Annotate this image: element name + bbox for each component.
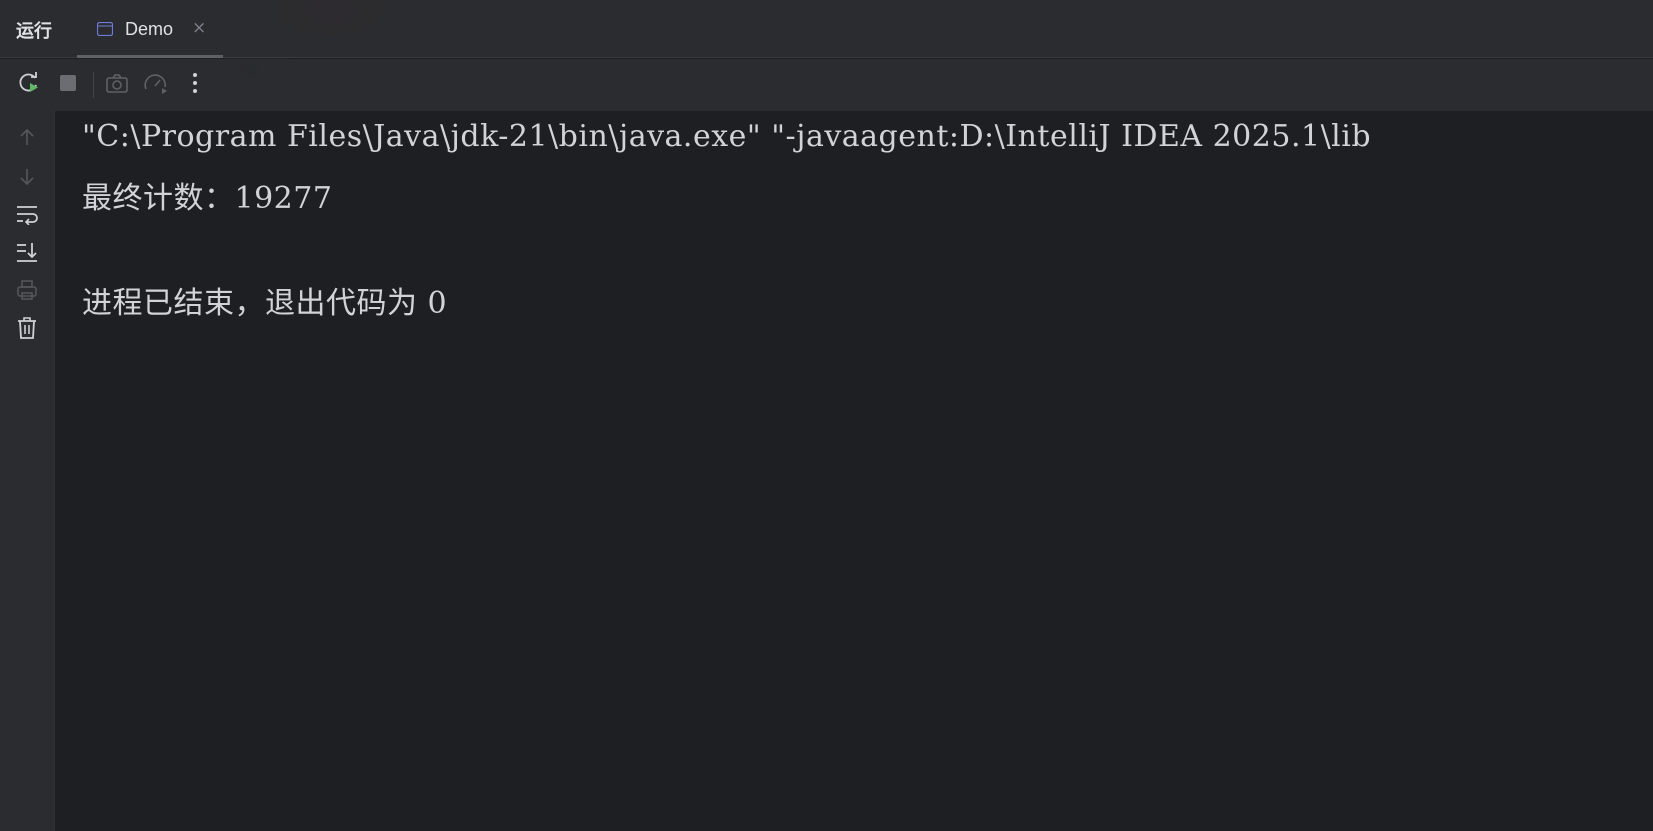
next-occurrence-button[interactable] — [14, 166, 40, 192]
more-button[interactable] — [181, 71, 209, 99]
rerun-button[interactable] — [15, 71, 43, 99]
stop-icon — [58, 73, 78, 97]
console-side-toolbar — [0, 111, 55, 831]
close-icon[interactable]: × — [192, 18, 206, 38]
clear-all-button[interactable] — [14, 317, 40, 343]
tool-window-title: 运行 — [16, 21, 52, 42]
gauge-icon — [143, 71, 169, 99]
previous-occurrence-button[interactable] — [14, 126, 40, 152]
scroll-to-end-button[interactable] — [14, 241, 40, 267]
scroll-to-end-icon — [15, 241, 39, 267]
run-toolbar — [0, 59, 1653, 111]
run-tool-window-header: 运行 Demo × — [0, 0, 1653, 58]
rerun-icon — [17, 71, 41, 99]
tab-active-indicator — [77, 55, 223, 58]
console-line-output: 最终计数：19277 — [82, 181, 333, 216]
profiler-button[interactable] — [142, 71, 170, 99]
soft-wrap-icon — [15, 203, 39, 229]
tab-label: Demo — [125, 19, 174, 39]
trash-icon — [16, 316, 38, 344]
camera-icon — [105, 72, 129, 98]
console-output[interactable]: "C:\Program Files\Java\jdk-21\bin\java.e… — [56, 111, 1653, 831]
arrow-down-icon — [19, 167, 35, 191]
arrow-up-icon — [19, 127, 35, 151]
more-icon — [192, 72, 198, 98]
print-icon — [16, 279, 38, 305]
console-line-command: "C:\Program Files\Java\jdk-21\bin\java.e… — [82, 119, 1372, 154]
screenshot-button[interactable] — [103, 71, 131, 99]
stop-button[interactable] — [54, 71, 82, 99]
soft-wrap-button[interactable] — [14, 203, 40, 229]
print-button[interactable] — [14, 279, 40, 305]
console-icon — [96, 21, 114, 37]
console-line-exit: 进程已结束，退出代码为 0 — [82, 286, 448, 321]
tab-demo[interactable]: Demo × — [77, 14, 223, 58]
toolbar-separator — [93, 72, 94, 98]
